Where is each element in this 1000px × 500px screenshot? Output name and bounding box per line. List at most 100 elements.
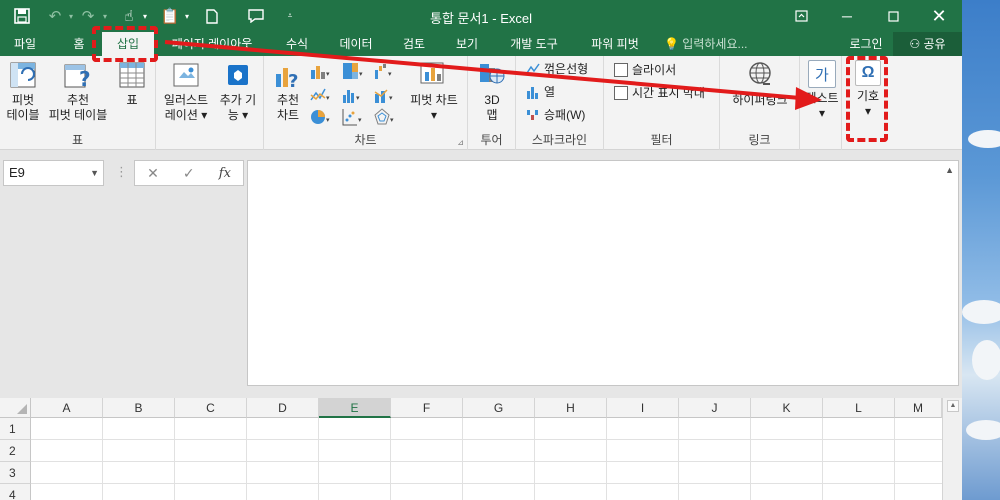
sparkline-line-button[interactable]: 꺾은선형 xyxy=(526,60,588,77)
vertical-scrollbar[interactable]: ▲ xyxy=(942,398,962,500)
illustrations-button[interactable]: 일러스트 레이션 ▾ xyxy=(160,60,212,123)
table-row[interactable] xyxy=(31,484,942,500)
name-box[interactable]: E9 ▼ xyxy=(3,160,104,186)
column-gridline xyxy=(894,418,895,500)
column-header-d[interactable]: D xyxy=(247,398,319,418)
pie-chart-icon[interactable]: ▾ xyxy=(310,108,332,126)
group-sparklines: 꺾은선형 열 승패(W) 스파크라인 xyxy=(516,56,604,150)
charts-dialog-launcher-icon[interactable]: ⊿ xyxy=(457,138,464,147)
slicer-button[interactable]: 슬라이서 xyxy=(614,61,676,78)
column-header-k[interactable]: K xyxy=(751,398,823,418)
recommended-pivot-label-2: 피벗 테이블 xyxy=(48,108,108,122)
tab-view[interactable]: 보기 xyxy=(444,32,490,56)
svg-text:▾: ▾ xyxy=(390,117,394,124)
table-row[interactable] xyxy=(31,440,942,462)
login-button[interactable]: 로그인 xyxy=(840,32,892,56)
tab-file[interactable]: 파일 xyxy=(0,32,50,56)
column-header-c[interactable]: C xyxy=(175,398,247,418)
pivot-table-button[interactable]: 피벗 테이블 xyxy=(3,60,43,123)
column-gridline xyxy=(822,418,823,500)
addins-button[interactable]: 추가 기 능 ▾ xyxy=(214,60,262,123)
recommended-charts-button[interactable]: ? 추천 차트 xyxy=(268,60,308,123)
text-button[interactable]: 가 텍스트 ▾ xyxy=(802,60,842,121)
addins-label-2: 능 ▾ xyxy=(227,108,249,122)
tab-page-layout[interactable]: 페이지 레이아웃 xyxy=(160,32,264,56)
column-gridline xyxy=(606,418,607,500)
column-header-f[interactable]: F xyxy=(391,398,463,418)
column-header-j[interactable]: J xyxy=(679,398,751,418)
tell-me-search[interactable]: 💡 입력하세요... xyxy=(664,32,774,56)
enter-icon[interactable]: ✓ xyxy=(183,165,195,182)
name-box-dropdown-icon[interactable]: ▼ xyxy=(90,161,99,185)
column-header-e[interactable]: E xyxy=(319,398,391,418)
pivot-chart-button[interactable]: 피벗 차트 ▾ xyxy=(404,60,464,123)
tours-group-label: 투어 xyxy=(480,133,503,147)
table-row[interactable] xyxy=(31,418,942,440)
tab-review[interactable]: 검토 xyxy=(390,32,438,56)
minimize-icon[interactable]: ─ xyxy=(824,0,870,32)
tab-home[interactable]: 홈 xyxy=(62,32,96,56)
scroll-up-icon[interactable]: ▲ xyxy=(947,400,959,412)
share-button[interactable]: ⚇ 공유 xyxy=(893,32,962,56)
text-box-icon: 가 xyxy=(808,60,836,88)
svg-text:▾: ▾ xyxy=(356,95,360,102)
insert-tab-highlight xyxy=(92,26,158,62)
tab-formulas[interactable]: 수식 xyxy=(272,32,322,56)
row-header-4[interactable]: 4 xyxy=(0,484,31,500)
formula-input[interactable]: ▲ xyxy=(247,160,959,386)
column-header-l[interactable]: L xyxy=(823,398,895,418)
column-header-h[interactable]: H xyxy=(535,398,607,418)
stat-chart-icon[interactable]: ▾ xyxy=(342,86,364,104)
slicer-icon xyxy=(614,62,628,77)
waterfall-chart-icon[interactable]: ▾ xyxy=(374,62,396,80)
tab-data[interactable]: 데이터 xyxy=(330,32,382,56)
row-header-3[interactable]: 3 xyxy=(0,462,31,484)
column-chart-icon[interactable]: ▾ xyxy=(310,62,332,80)
text-dropdown-icon: ▾ xyxy=(818,106,826,120)
timeline-button[interactable]: 시간 표시 막대 xyxy=(614,84,705,101)
globe-link-icon xyxy=(745,60,775,90)
3d-map-label-2: 맵 xyxy=(486,108,498,122)
column-header-m[interactable]: M xyxy=(895,398,942,418)
tab-power-pivot[interactable]: 파워 피벗 xyxy=(578,32,652,56)
ribbon-display-icon[interactable] xyxy=(778,0,824,32)
cancel-icon[interactable]: ✕ xyxy=(147,165,159,182)
hyperlink-button[interactable]: 하이퍼링크 xyxy=(724,60,796,108)
svg-text:▾: ▾ xyxy=(388,71,392,78)
sparkline-column-button[interactable]: 열 xyxy=(526,83,555,100)
pivot-table-icon xyxy=(8,60,38,90)
svg-text:▾: ▾ xyxy=(389,95,393,102)
formula-bar-grip-icon[interactable]: ⋮ xyxy=(115,164,128,180)
desktop-background xyxy=(962,0,1000,500)
scatter-chart-icon[interactable]: ▾ xyxy=(342,108,364,126)
maximize-icon[interactable] xyxy=(870,0,916,32)
collapse-formula-bar-icon[interactable]: ▲ xyxy=(945,165,954,175)
slicer-label: 슬라이서 xyxy=(632,63,677,77)
3d-map-button[interactable]: 3D 맵 xyxy=(474,60,510,123)
formula-buttons: ✕ ✓ fx xyxy=(134,160,244,186)
radar-chart-icon[interactable]: ▾ xyxy=(374,108,396,126)
line-chart-icon[interactable]: ▾ xyxy=(310,86,332,104)
row-header-1[interactable]: 1 xyxy=(0,418,31,440)
recommended-pivot-button[interactable]: ? 추천 피벗 테이블 xyxy=(46,60,110,123)
hierarchy-chart-icon[interactable]: ▾ xyxy=(342,62,364,80)
insert-function-icon[interactable]: fx xyxy=(219,166,231,181)
table-button[interactable]: 표 xyxy=(114,60,150,108)
select-all-corner[interactable] xyxy=(0,398,31,418)
column-header-g[interactable]: G xyxy=(463,398,535,418)
column-header-b[interactable]: B xyxy=(103,398,175,418)
worksheet-grid[interactable]: ABCDEFGHIJKLM 1234 ▲ xyxy=(0,398,962,500)
sparkline-winloss-button[interactable]: 승패(W) xyxy=(526,106,585,123)
column-header-i[interactable]: I xyxy=(607,398,679,418)
tab-developer[interactable]: 개발 도구 xyxy=(498,32,570,56)
hyperlink-label: 하이퍼링크 xyxy=(732,93,788,107)
table-row[interactable] xyxy=(31,462,942,484)
column-header-a[interactable]: A xyxy=(31,398,103,418)
combo-chart-icon[interactable]: ▾ xyxy=(374,86,396,104)
sparkline-winloss-icon xyxy=(526,108,540,122)
close-icon[interactable]: ✕ xyxy=(916,0,962,32)
row-header-2[interactable]: 2 xyxy=(0,440,31,462)
charts-group-label: 차트 xyxy=(354,133,377,147)
svg-text:▾: ▾ xyxy=(358,117,362,124)
pivot-table-label-1: 피벗 xyxy=(11,93,35,107)
